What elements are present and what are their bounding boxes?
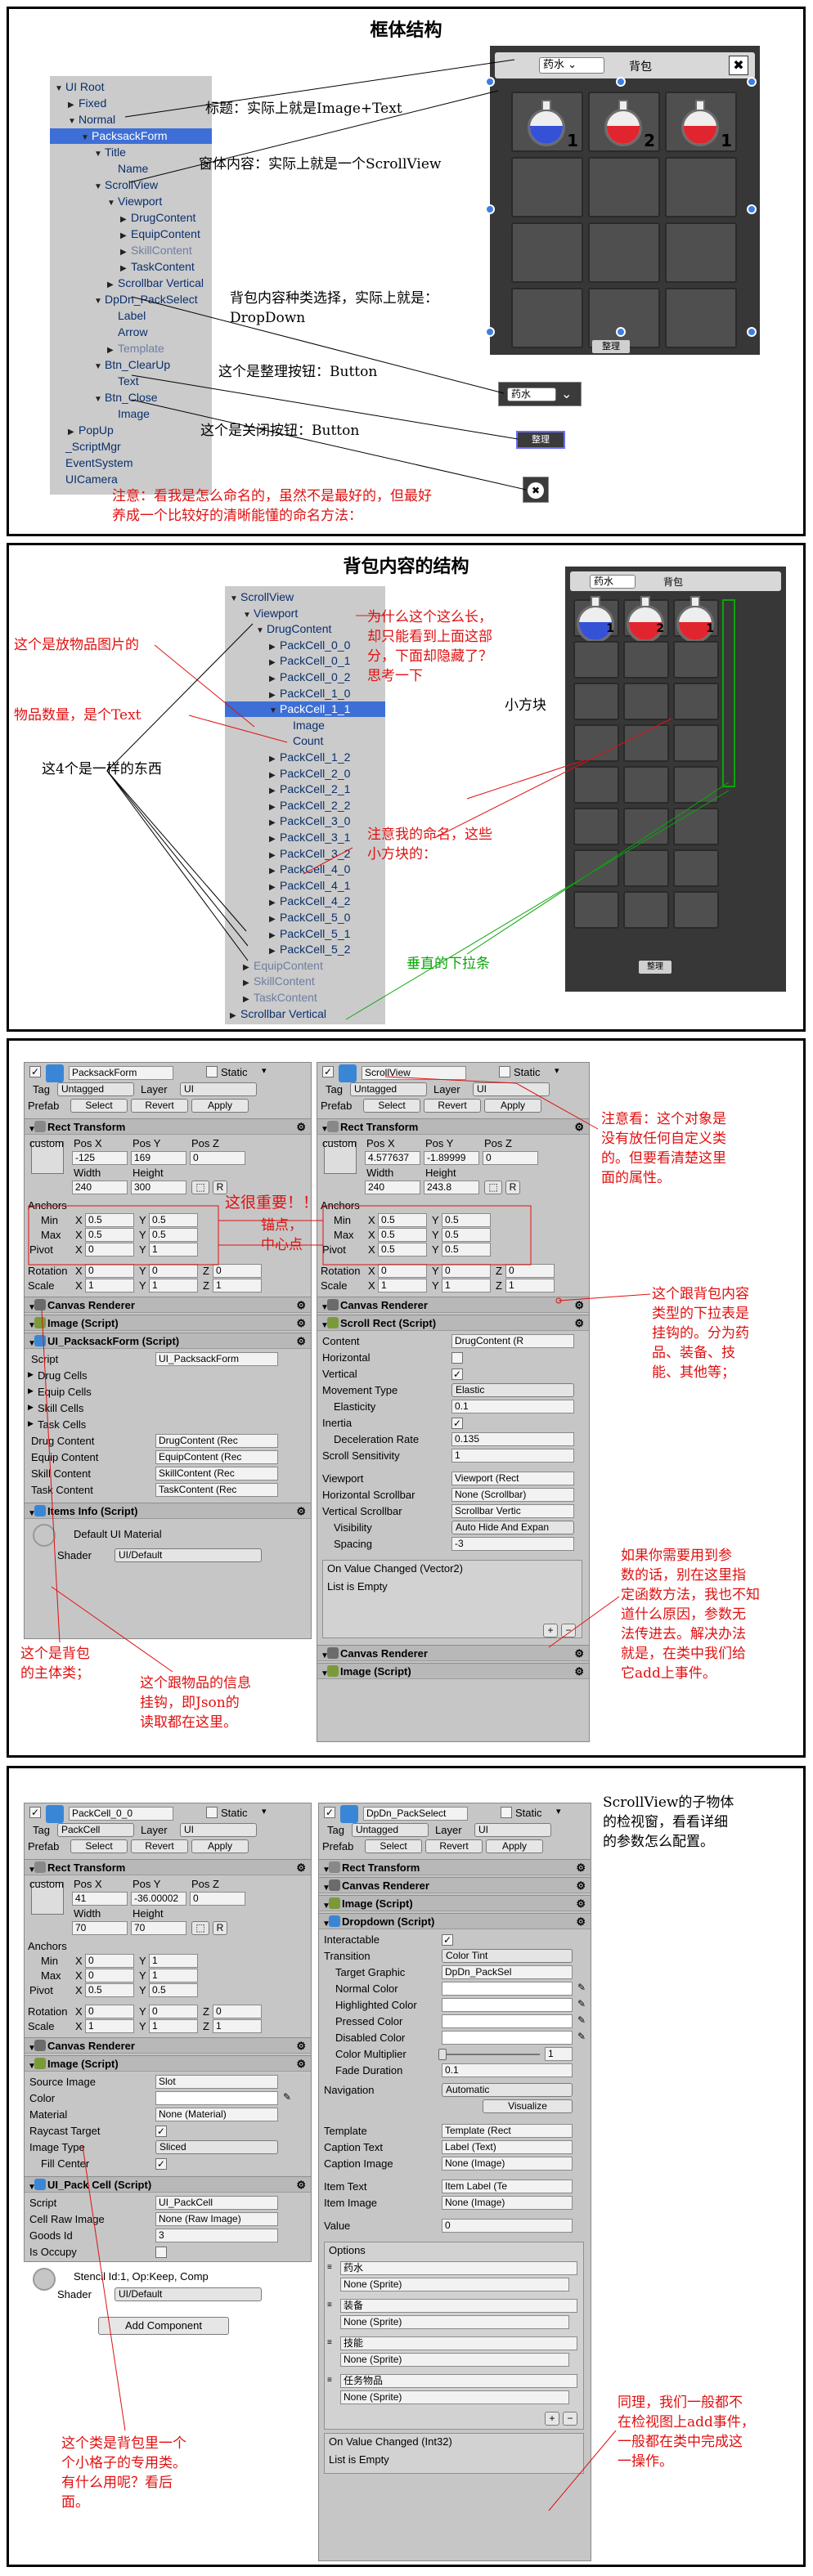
panel-inspector-form-scrollview: ✓ PacksackForm Static ▾ Tag Untagged Layer UI Pr… — [7, 1038, 806, 1758]
panel-frame-structure: 框体结构 ▼ UI Root ▶ Fixed ▼ Normal ▼ PacksackForm ▼… — [7, 7, 806, 536]
annotation-lines — [106, 615, 730, 1020]
panel-inspector-cell-dropdown: ✓ PackCell_0_0 Static ▾ Tag PackCell Layer UI Pr… — [7, 1766, 806, 2567]
annotation-lines — [124, 59, 527, 491]
panel-pack-content-structure: 背包内容的结构 ▼ ScrollView ▼ Viewport ▼ DrugContent… — [7, 543, 806, 1032]
annotation-lines — [82, 2145, 617, 2511]
annotation-lines — [28, 1076, 651, 1673]
